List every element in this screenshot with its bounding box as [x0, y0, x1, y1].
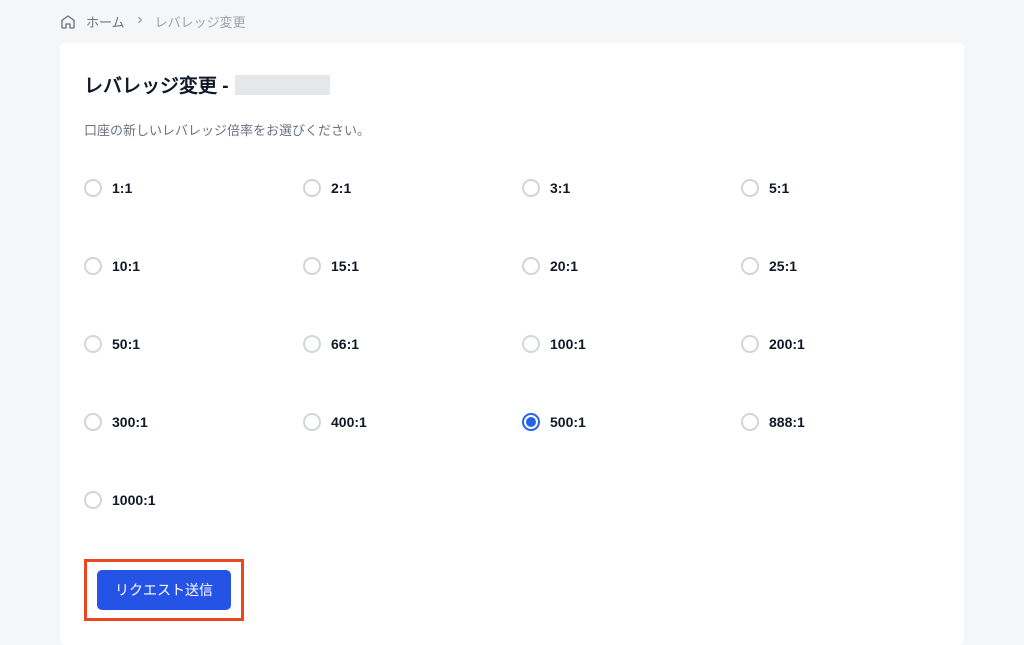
radio-icon — [303, 179, 321, 197]
leverage-option-label: 300:1 — [112, 414, 148, 430]
page-title: レバレッジ変更 - — [84, 71, 229, 98]
radio-icon — [741, 179, 759, 197]
leverage-option-label: 1000:1 — [112, 492, 156, 508]
radio-icon — [522, 257, 540, 275]
leverage-option[interactable]: 400:1 — [303, 413, 502, 431]
chevron-right-icon — [135, 15, 145, 28]
instruction-text: 口座の新しいレバレッジ倍率をお選びください。 — [84, 120, 940, 139]
leverage-option-label: 15:1 — [331, 258, 359, 274]
leverage-option[interactable]: 15:1 — [303, 257, 502, 275]
breadcrumb: ホーム レバレッジ変更 — [0, 0, 1024, 43]
radio-icon — [303, 413, 321, 431]
leverage-option-label: 100:1 — [550, 336, 586, 352]
leverage-option-label: 20:1 — [550, 258, 578, 274]
leverage-card: レバレッジ変更 - 口座の新しいレバレッジ倍率をお選びください。 1:1 2:1 3… — [60, 43, 964, 645]
leverage-option[interactable]: 10:1 — [84, 257, 283, 275]
radio-icon — [84, 413, 102, 431]
leverage-option-label: 1:1 — [112, 180, 132, 196]
leverage-option[interactable]: 500:1 — [522, 413, 721, 431]
leverage-option-label: 3:1 — [550, 180, 570, 196]
radio-icon — [741, 335, 759, 353]
radio-icon — [303, 335, 321, 353]
radio-icon — [741, 413, 759, 431]
account-id-redacted — [235, 75, 330, 95]
leverage-option[interactable]: 25:1 — [741, 257, 940, 275]
radio-icon — [522, 413, 540, 431]
leverage-option-label: 66:1 — [331, 336, 359, 352]
leverage-option[interactable]: 300:1 — [84, 413, 283, 431]
leverage-option[interactable]: 100:1 — [522, 335, 721, 353]
leverage-option-label: 25:1 — [769, 258, 797, 274]
leverage-option[interactable]: 200:1 — [741, 335, 940, 353]
home-icon — [60, 14, 76, 30]
submit-request-button[interactable]: リクエスト送信 — [97, 570, 231, 610]
radio-icon — [84, 491, 102, 509]
radio-icon — [522, 179, 540, 197]
leverage-option[interactable]: 66:1 — [303, 335, 502, 353]
leverage-option[interactable]: 888:1 — [741, 413, 940, 431]
radio-icon — [522, 335, 540, 353]
leverage-option-label: 10:1 — [112, 258, 140, 274]
page-title-row: レバレッジ変更 - — [84, 71, 940, 98]
leverage-options-grid: 1:1 2:1 3:1 5:1 10:1 15:1 20:1 25:1 50:1 66:1 100:… — [84, 179, 940, 509]
leverage-option[interactable]: 20:1 — [522, 257, 721, 275]
leverage-option[interactable]: 2:1 — [303, 179, 502, 197]
breadcrumb-current: レバレッジ変更 — [155, 12, 246, 31]
leverage-option[interactable]: 5:1 — [741, 179, 940, 197]
submit-highlight-box: リクエスト送信 — [84, 559, 244, 621]
leverage-option-label: 50:1 — [112, 336, 140, 352]
leverage-option[interactable]: 3:1 — [522, 179, 721, 197]
radio-icon — [741, 257, 759, 275]
leverage-option-label: 500:1 — [550, 414, 586, 430]
leverage-option[interactable]: 1000:1 — [84, 491, 283, 509]
radio-icon — [84, 335, 102, 353]
leverage-option-label: 2:1 — [331, 180, 351, 196]
radio-icon — [84, 257, 102, 275]
leverage-option-label: 888:1 — [769, 414, 805, 430]
leverage-option-label: 400:1 — [331, 414, 367, 430]
leverage-option[interactable]: 1:1 — [84, 179, 283, 197]
radio-icon — [303, 257, 321, 275]
breadcrumb-home-link[interactable]: ホーム — [86, 12, 125, 31]
leverage-option-label: 5:1 — [769, 180, 789, 196]
radio-icon — [84, 179, 102, 197]
leverage-option[interactable]: 50:1 — [84, 335, 283, 353]
leverage-option-label: 200:1 — [769, 336, 805, 352]
